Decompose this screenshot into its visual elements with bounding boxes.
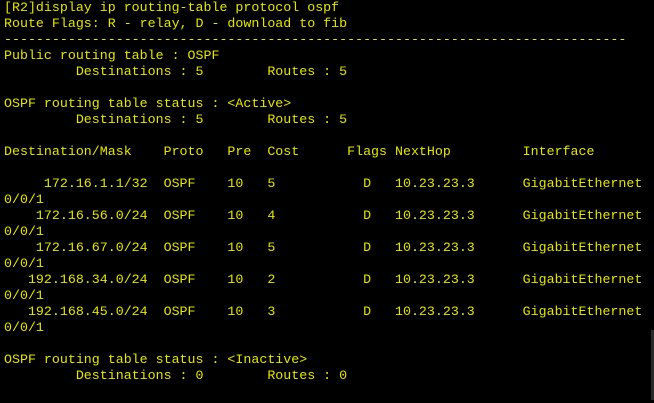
terminal-line: OSPF routing table status : <Inactive> — [4, 352, 308, 367]
terminal-line: 0/0/1 — [4, 288, 44, 303]
terminal-line: Destinations : 5 Routes : 5 — [4, 112, 348, 127]
terminal-line: Destinations : 5 Routes : 5 — [4, 64, 348, 79]
terminal-line: Route Flags: R - relay, D - download to … — [4, 16, 348, 31]
terminal-line: 0/0/1 — [4, 192, 44, 207]
terminal-line: OSPF routing table status : <Active> — [4, 96, 292, 111]
terminal-line: Public routing table : OSPF — [4, 48, 220, 63]
terminal-line: ----------------------------------------… — [4, 32, 627, 47]
terminal-line: 172.16.56.0/24 OSPF 10 4 D 10.23.23.3 Gi… — [4, 208, 643, 223]
terminal-line: 0/0/1 — [4, 320, 44, 335]
terminal-line: Destinations : 0 Routes : 0 — [4, 368, 348, 383]
terminal-line: 192.168.34.0/24 OSPF 10 2 D 10.23.23.3 G… — [4, 272, 643, 287]
terminal-line: 172.16.1.1/32 OSPF 10 5 D 10.23.23.3 Gig… — [4, 176, 643, 191]
terminal-line: 0/0/1 — [4, 256, 44, 271]
terminal-output: [R2]display ip routing-table protocol os… — [4, 0, 642, 384]
terminal-line: [R2]display ip routing-table protocol os… — [4, 0, 340, 15]
terminal-line: 172.16.67.0/24 OSPF 10 5 D 10.23.23.3 Gi… — [4, 240, 643, 255]
terminal-window[interactable]: [R2]display ip routing-table protocol os… — [0, 0, 654, 403]
terminal-line: 0/0/1 — [4, 224, 44, 239]
terminal-line: 192.168.45.0/24 OSPF 10 3 D 10.23.23.3 G… — [4, 304, 643, 319]
terminal-line: Destination/Mask Proto Pre Cost Flags Ne… — [4, 144, 595, 159]
